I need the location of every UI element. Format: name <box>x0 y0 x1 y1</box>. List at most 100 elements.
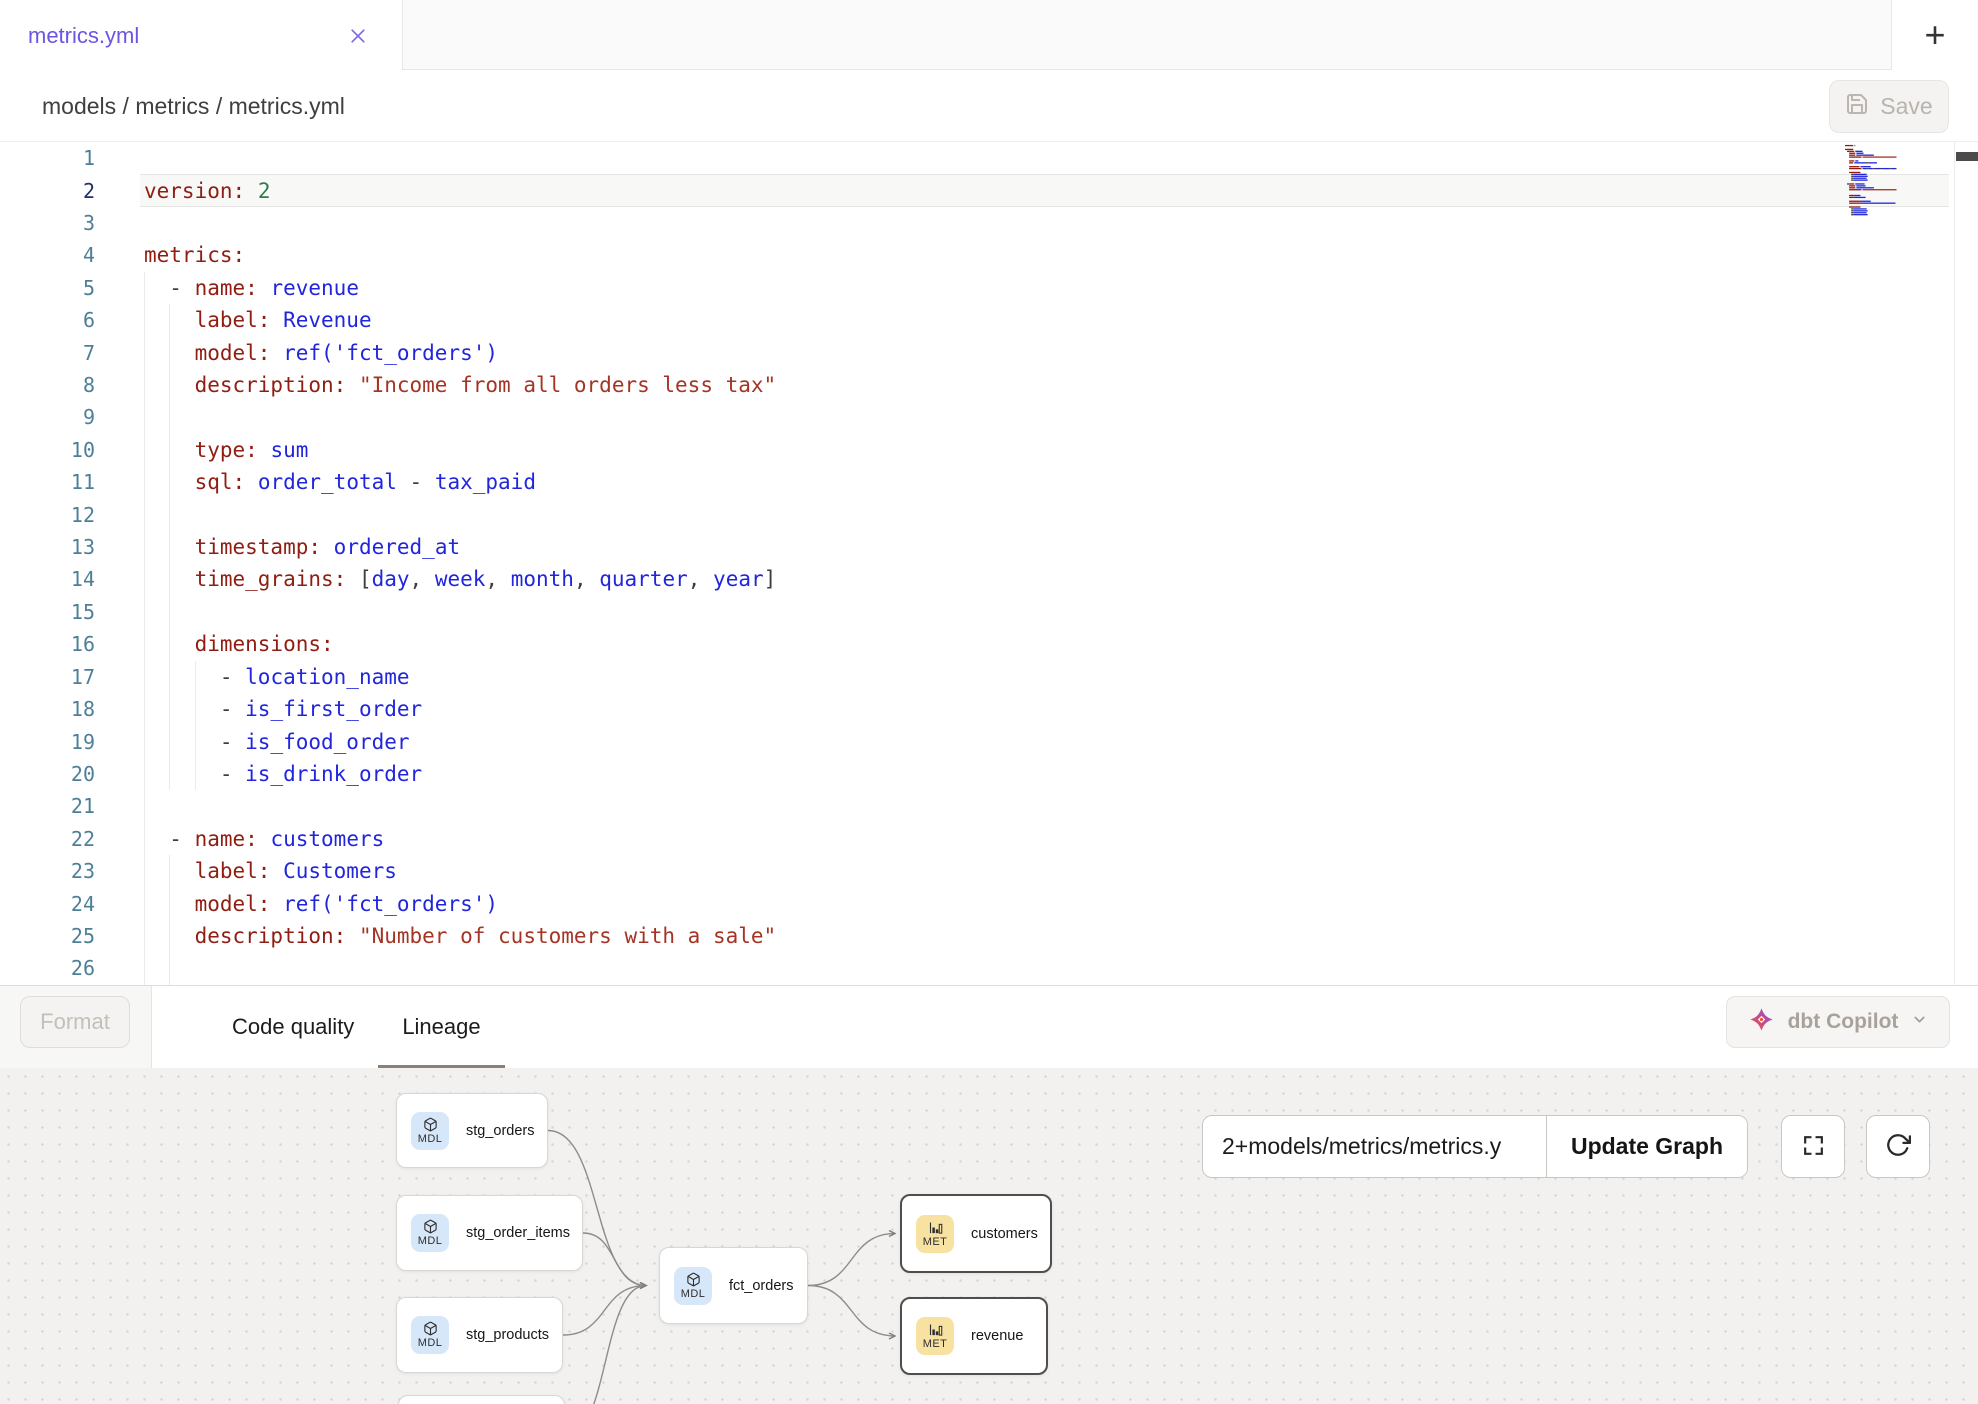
line-number: 2 <box>0 179 144 203</box>
tab-code-quality[interactable]: Code quality <box>208 986 378 1068</box>
badge-label: MDL <box>681 1288 705 1300</box>
lineage-filter-group: Update Graph <box>1202 1115 1748 1178</box>
active-line-highlight <box>140 174 1949 206</box>
line-number: 11 <box>0 470 144 494</box>
format-button[interactable]: Format <box>20 996 130 1048</box>
line-number: 17 <box>0 665 144 689</box>
line-number: 13 <box>0 535 144 559</box>
code-line-text: description: "Income from all orders les… <box>144 373 776 397</box>
code-line[interactable]: 19 - is_food_order <box>0 725 1978 757</box>
lineage-node-stg_products[interactable]: MDLstg_products <box>396 1297 563 1373</box>
node-label: customers <box>971 1226 1038 1242</box>
fullscreen-icon <box>1801 1133 1826 1161</box>
model-badge: MDL <box>411 1316 449 1354</box>
line-number: 22 <box>0 827 144 851</box>
view-tabs: Code qualityLineage <box>208 986 505 1068</box>
code-line[interactable]: 7 model: ref('fct_orders') <box>0 336 1978 368</box>
code-line[interactable]: 9 <box>0 401 1978 433</box>
line-number: 10 <box>0 438 144 462</box>
refresh-button[interactable] <box>1866 1115 1930 1178</box>
line-number: 4 <box>0 243 144 267</box>
new-tab-button[interactable]: + <box>1892 0 1978 70</box>
cube-icon <box>686 1272 701 1287</box>
code-line[interactable]: 3 <box>0 207 1978 239</box>
scrollbar-thumb[interactable] <box>1956 152 1978 161</box>
code-line[interactable]: 14 time_grains: [day, week, month, quart… <box>0 563 1978 595</box>
code-line-text: time_grains: [day, week, month, quarter,… <box>144 567 776 591</box>
node-label: stg_order_items <box>466 1225 570 1241</box>
tab-strip-empty <box>402 0 1892 70</box>
line-number: 3 <box>0 211 144 235</box>
fullscreen-button[interactable] <box>1781 1115 1845 1178</box>
badge-label: MET <box>923 1236 947 1248</box>
code-line[interactable]: 10 type: sum <box>0 434 1978 466</box>
save-button[interactable]: Save <box>1829 80 1949 133</box>
line-number: 20 <box>0 762 144 786</box>
refresh-icon <box>1885 1132 1911 1161</box>
code-line[interactable]: 15 <box>0 596 1978 628</box>
save-label: Save <box>1880 93 1932 120</box>
code-line-text: type: sum <box>144 438 308 462</box>
lineage-node-revenue[interactable]: METrevenue <box>900 1297 1048 1375</box>
line-number: 14 <box>0 567 144 591</box>
code-line-text: model: ref('fct_orders') <box>144 892 498 916</box>
lineage-node-stg_orders[interactable]: MDLstg_orders <box>396 1093 548 1168</box>
code-line[interactable]: 1 <box>0 142 1978 174</box>
code-line-text: metrics: <box>144 243 245 267</box>
code-line[interactable]: 18 - is_first_order <box>0 693 1978 725</box>
code-line[interactable]: 25 description: "Number of customers wit… <box>0 920 1978 952</box>
code-line[interactable]: 22 - name: customers <box>0 823 1978 855</box>
code-line[interactable]: 21 <box>0 790 1978 822</box>
code-line[interactable]: 26 <box>0 952 1978 984</box>
code-editor[interactable]: 12version: 234metrics:5 - name: revenue6… <box>0 142 1978 985</box>
code-line-text: - name: revenue <box>144 276 359 300</box>
dbt-copilot-button[interactable]: dbt Copilot <box>1726 996 1950 1048</box>
metric-badge: MET <box>916 1215 954 1253</box>
dbt-copilot-icon <box>1748 1006 1775 1039</box>
code-line[interactable]: 17 - location_name <box>0 661 1978 693</box>
lineage-node-fct_orders[interactable]: MDLfct_orders <box>659 1247 808 1324</box>
tab-lineage[interactable]: Lineage <box>378 986 504 1068</box>
indent-guide <box>144 952 145 984</box>
scrollbar-track[interactable] <box>1954 142 1978 985</box>
code-line-text: dimensions: <box>144 632 334 656</box>
code-line[interactable]: 13 timestamp: ordered_at <box>0 531 1978 563</box>
tab-bar: metrics.yml + <box>0 0 1978 71</box>
code-line[interactable]: 4metrics: <box>0 239 1978 271</box>
code-line[interactable]: 16 dimensions: <box>0 628 1978 660</box>
code-line[interactable]: 8 description: "Income from all orders l… <box>0 369 1978 401</box>
code-line-text: description: "Number of customers with a… <box>144 924 776 948</box>
line-number: 24 <box>0 892 144 916</box>
breadcrumb: models / metrics / metrics.yml <box>42 71 345 141</box>
line-number: 9 <box>0 405 144 429</box>
badge-label: MDL <box>418 1133 442 1145</box>
line-number: 8 <box>0 373 144 397</box>
code-line[interactable]: 11 sql: order_total - tax_paid <box>0 466 1978 498</box>
code-line-text: label: Revenue <box>144 308 372 332</box>
code-line[interactable]: 5 - name: revenue <box>0 272 1978 304</box>
code-line[interactable]: 12 <box>0 498 1978 530</box>
tab-metrics-yml[interactable]: metrics.yml <box>0 0 402 71</box>
code-line[interactable]: 20 - is_drink_order <box>0 758 1978 790</box>
lineage-node-stg_order_items[interactable]: MDL stg_order_items <box>396 1195 583 1271</box>
line-number: 7 <box>0 341 144 365</box>
chevron-down-icon <box>1911 1010 1928 1034</box>
indent-guide <box>169 952 170 984</box>
path-bar: models / metrics / metrics.yml Save <box>0 71 1978 142</box>
code-line[interactable]: 2version: 2 <box>0 174 1978 206</box>
code-line[interactable]: 24 model: ref('fct_orders') <box>0 887 1978 919</box>
badge-label: MDL <box>418 1235 442 1247</box>
minimap[interactable] <box>1843 142 1907 272</box>
code-line[interactable]: 6 label: Revenue <box>0 304 1978 336</box>
model-badge: MDL <box>411 1112 449 1150</box>
bottom-toolbar: Format Code qualityLineage dbt Copilot <box>0 985 1978 1068</box>
update-graph-button[interactable]: Update Graph <box>1546 1116 1747 1177</box>
bar-chart-icon <box>928 1220 943 1235</box>
lineage-graph[interactable]: MDLstg_ordersMDLstg_order_itemsMDLstg_pr… <box>0 1068 1978 1404</box>
lineage-node-stg_offscreen[interactable]: MDL <box>398 1395 565 1404</box>
lineage-node-customers[interactable]: MET customers <box>900 1194 1052 1273</box>
code-line[interactable]: 23 label: Customers <box>0 855 1978 887</box>
lineage-filter-input[interactable] <box>1203 1116 1546 1177</box>
close-icon[interactable] <box>348 26 368 46</box>
line-number: 21 <box>0 794 144 818</box>
